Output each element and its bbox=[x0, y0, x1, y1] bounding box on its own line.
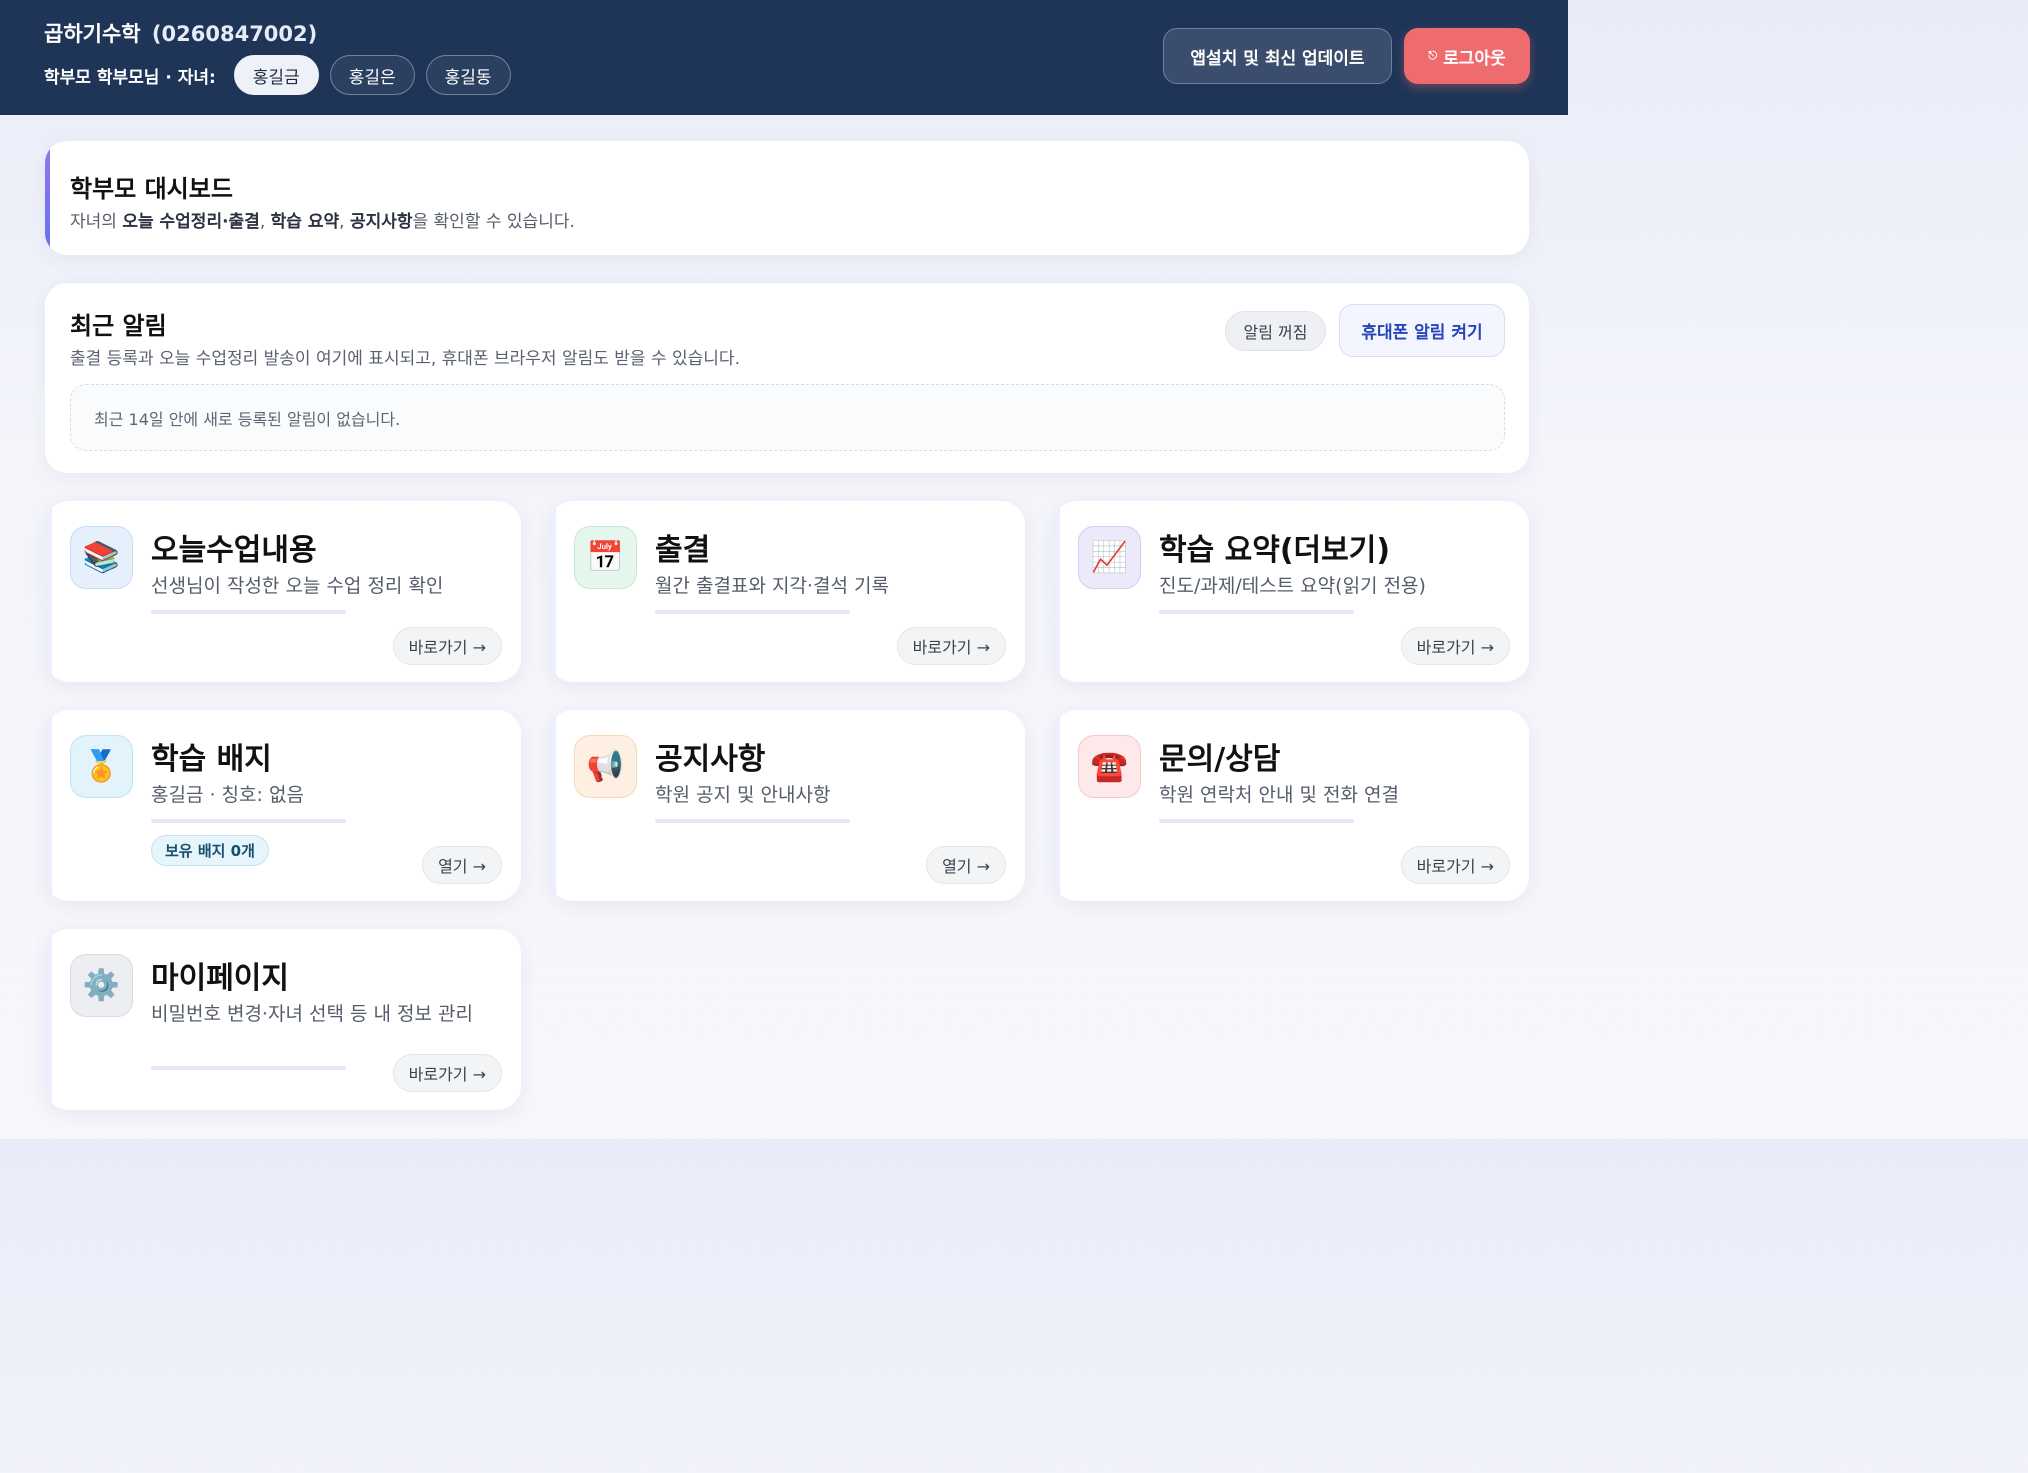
card-underline bbox=[655, 819, 850, 823]
mypage-go-button[interactable]: 바로가기 → bbox=[392, 1054, 502, 1092]
telephone-icon: ☎️ bbox=[1078, 735, 1141, 798]
card-strip bbox=[1053, 501, 1060, 682]
notifications-title: 최근 알림 bbox=[70, 312, 167, 340]
card-subtitle: 선생님이 작성한 오늘 수업 정리 확인 bbox=[151, 575, 444, 597]
card-attendance[interactable]: 📅 출결 월간 출결표와 지각·결석 기록 바로가기 → bbox=[549, 501, 1025, 682]
intro-desc-bold-3: 공지사항 bbox=[349, 212, 413, 232]
intro-desc-bold-2: 학습 요약 bbox=[270, 212, 340, 232]
page-title: 학부모 대시보드 bbox=[70, 175, 233, 203]
card-title: 문의/상담 bbox=[1159, 742, 1281, 777]
card-underline bbox=[655, 610, 850, 614]
logout-icon: ⎋ bbox=[1428, 49, 1438, 62]
academy-code: (0260847002) bbox=[151, 22, 318, 46]
install-update-button[interactable]: 앱설치 및 최신 업데이트 bbox=[1163, 28, 1392, 84]
card-strip bbox=[45, 929, 52, 1110]
intro-desc-prefix: 자녀의 bbox=[70, 212, 123, 232]
card-inquiry[interactable]: ☎️ 문의/상담 학원 연락처 안내 및 전화 연결 바로가기 → bbox=[1053, 710, 1529, 901]
card-strip bbox=[549, 710, 556, 901]
top-header: 곱하기수학 (0260847002) 학부모 학부모님 · 자녀: 홍길금 홍길… bbox=[0, 0, 1568, 115]
card-strip bbox=[45, 710, 52, 901]
badge-open-button[interactable]: 열기 → bbox=[422, 846, 502, 884]
card-subtitle: 학원 공지 및 안내사항 bbox=[655, 784, 831, 806]
logout-label: 로그아웃 bbox=[1443, 48, 1506, 69]
card-subtitle: 진도/과제/테스트 요약(읽기 전용) bbox=[1159, 575, 1426, 597]
notifications-description: 출결 등록과 오늘 수업정리 발송이 여기에 표시되고, 휴대폰 브라우저 알림… bbox=[70, 349, 740, 369]
parent-label: 학부모 학부모님 · 자녀: bbox=[44, 67, 216, 88]
card-learning-badge[interactable]: 🏅 학습 배지 홍길금 · 칭호: 없음 보유 배지 0개 열기 → bbox=[45, 710, 521, 901]
card-subtitle: 비밀번호 변경·자녀 선택 등 내 정보 관리 bbox=[151, 1003, 473, 1025]
chart-up-icon: 📈 bbox=[1078, 526, 1141, 589]
intro-description: 자녀의 오늘 수업정리·출결, 학습 요약, 공지사항을 확인할 수 있습니다. bbox=[70, 207, 575, 232]
card-title: 공지사항 bbox=[655, 742, 766, 777]
card-subtitle: 학원 연락처 안내 및 전화 연결 bbox=[1159, 784, 1399, 806]
intro-desc-sep-1: , bbox=[259, 212, 271, 232]
card-today-class[interactable]: 📚 오늘수업내용 선생님이 작성한 오늘 수업 정리 확인 바로가기 → bbox=[45, 501, 521, 682]
gear-icon: ⚙️ bbox=[70, 954, 133, 1017]
academy-title: 곱하기수학 (0260847002) bbox=[44, 18, 317, 48]
inquiry-go-button[interactable]: 바로가기 → bbox=[1400, 846, 1510, 884]
notification-off-button[interactable]: 알림 꺼짐 bbox=[1225, 311, 1326, 351]
child-chip-3[interactable]: 홍길동 bbox=[425, 55, 511, 95]
badge-count-pill: 보유 배지 0개 bbox=[151, 835, 269, 866]
card-title: 학습 배지 bbox=[151, 742, 272, 777]
card-strip bbox=[549, 501, 556, 682]
card-underline bbox=[151, 1066, 346, 1070]
recent-notifications-card: 최근 알림 출결 등록과 오늘 수업정리 발송이 여기에 표시되고, 휴대폰 브… bbox=[45, 283, 1529, 473]
dashboard-intro-card: 학부모 대시보드 자녀의 오늘 수업정리·출결, 학습 요약, 공지사항을 확인… bbox=[45, 141, 1529, 255]
child-chip-2[interactable]: 홍길은 bbox=[329, 55, 415, 95]
intro-accent-bar bbox=[45, 141, 50, 255]
card-subtitle: 홍길금 · 칭호: 없음 bbox=[151, 784, 304, 806]
notifications-empty-message: 최근 14일 안에 새로 등록된 알림이 없습니다. bbox=[70, 384, 1505, 451]
phone-notification-on-button[interactable]: 휴대폰 알림 켜기 bbox=[1339, 304, 1505, 357]
study-summary-go-button[interactable]: 바로가기 → bbox=[1400, 627, 1510, 665]
logout-button[interactable]: ⎋ 로그아웃 bbox=[1404, 28, 1530, 84]
megaphone-icon: 📢 bbox=[574, 735, 637, 798]
academy-name: 곱하기수학 bbox=[44, 22, 141, 46]
card-title: 학습 요약(더보기) bbox=[1159, 533, 1391, 568]
card-title: 오늘수업내용 bbox=[151, 533, 317, 568]
card-study-summary[interactable]: 📈 학습 요약(더보기) 진도/과제/테스트 요약(읽기 전용) 바로가기 → bbox=[1053, 501, 1529, 682]
card-underline bbox=[151, 819, 346, 823]
card-notice[interactable]: 📢 공지사항 학원 공지 및 안내사항 열기 → bbox=[549, 710, 1025, 901]
card-strip bbox=[1053, 710, 1060, 901]
card-title: 마이페이지 bbox=[151, 961, 289, 996]
intro-desc-bold-1: 오늘 수업정리·출결 bbox=[122, 212, 260, 232]
card-title: 출결 bbox=[655, 533, 711, 568]
today-class-go-button[interactable]: 바로가기 → bbox=[392, 627, 502, 665]
card-underline bbox=[151, 610, 346, 614]
card-mypage[interactable]: ⚙️ 마이페이지 비밀번호 변경·자녀 선택 등 내 정보 관리 바로가기 → bbox=[45, 929, 521, 1110]
child-selector: 학부모 학부모님 · 자녀: 홍길금 홍길은 홍길동 bbox=[44, 55, 522, 95]
calendar-icon: 📅 bbox=[574, 526, 637, 589]
medal-icon: 🏅 bbox=[70, 735, 133, 798]
child-chip-1[interactable]: 홍길금 bbox=[233, 55, 319, 95]
card-strip bbox=[45, 501, 52, 682]
card-subtitle: 월간 출결표와 지각·결석 기록 bbox=[655, 575, 889, 597]
card-underline bbox=[1159, 819, 1354, 823]
card-underline bbox=[1159, 610, 1354, 614]
books-icon: 📚 bbox=[70, 526, 133, 589]
attendance-go-button[interactable]: 바로가기 → bbox=[896, 627, 1006, 665]
intro-desc-sep-2: , bbox=[339, 212, 350, 232]
intro-desc-suffix: 을 확인할 수 있습니다. bbox=[412, 212, 575, 232]
notice-open-button[interactable]: 열기 → bbox=[926, 846, 1006, 884]
